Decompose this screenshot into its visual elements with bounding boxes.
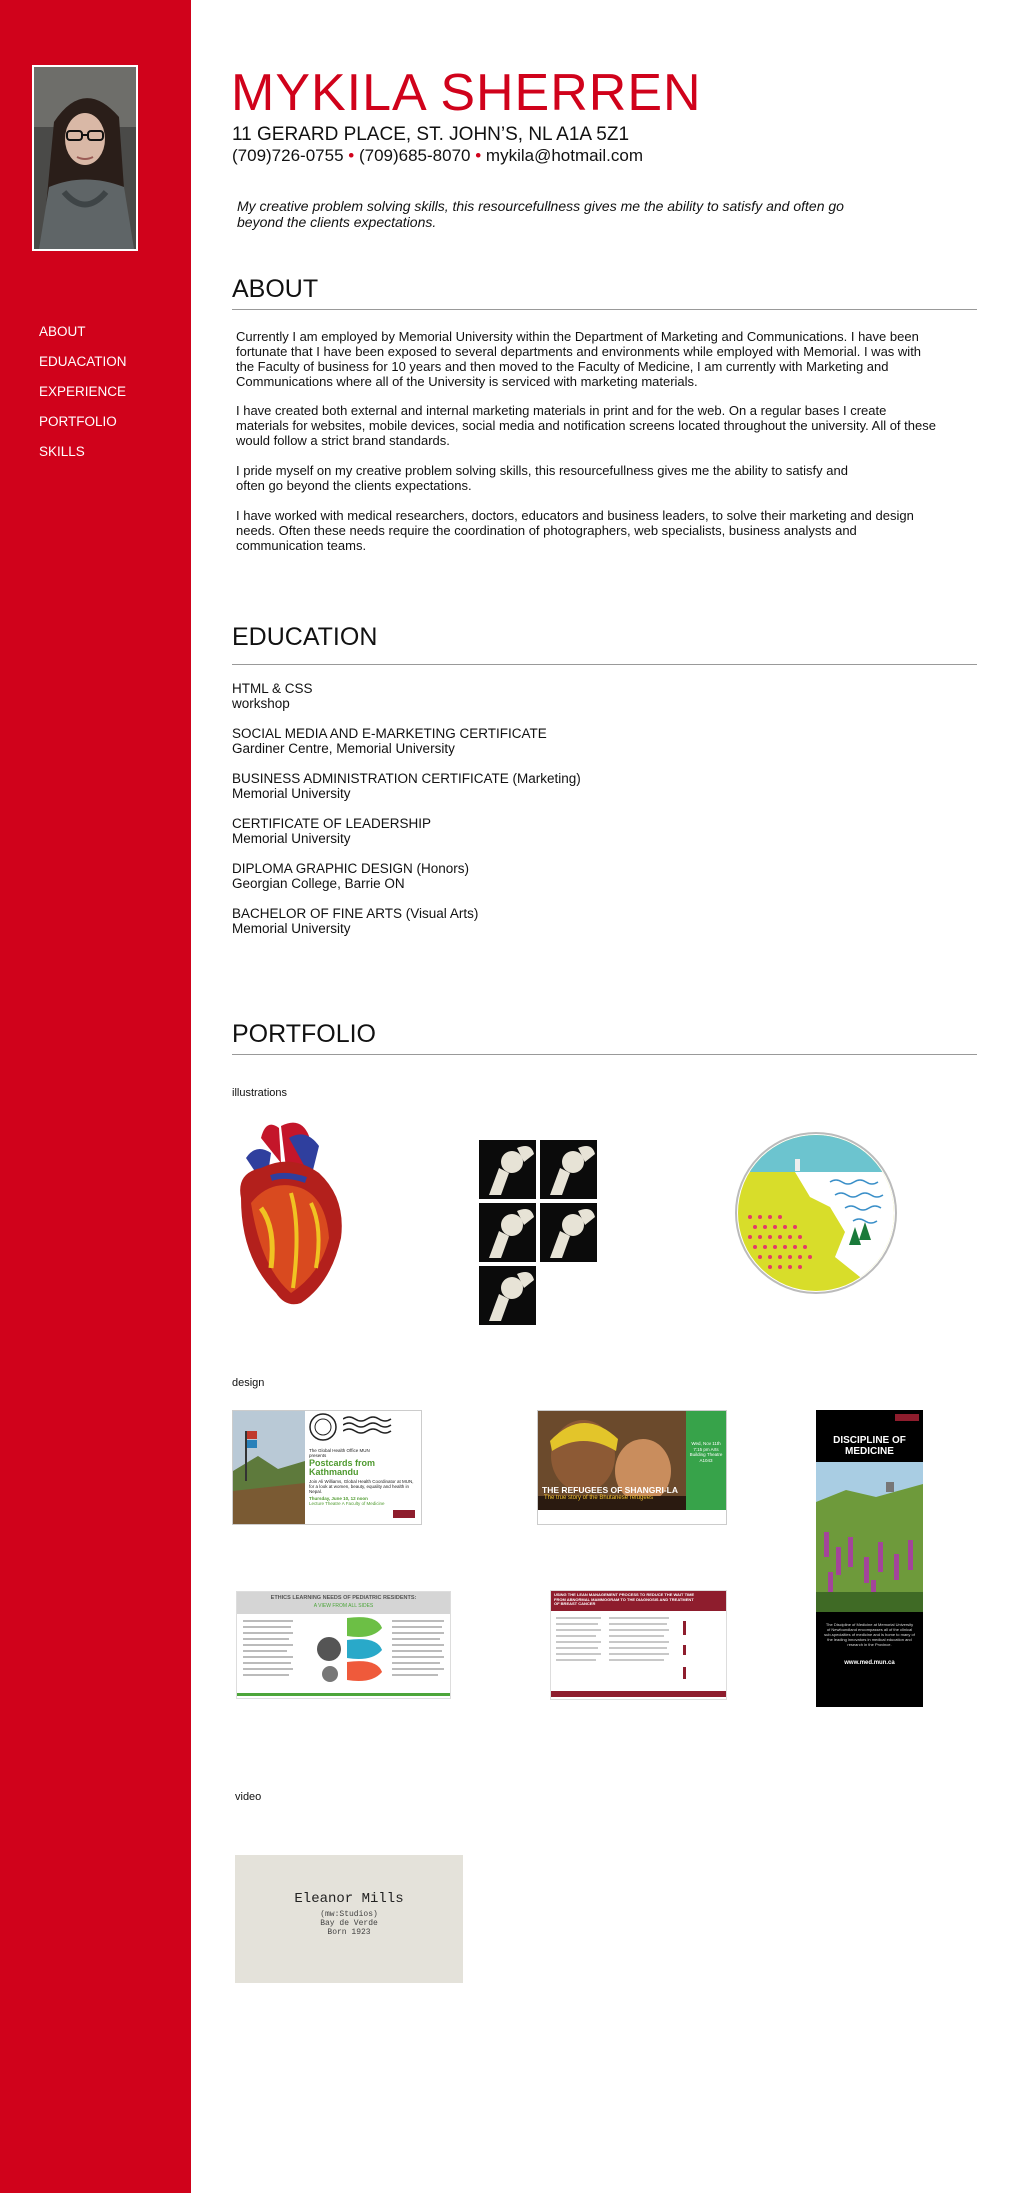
education-institution: Gardiner Centre, Memorial University (232, 741, 455, 756)
mun-logo (895, 1414, 919, 1421)
illustrations-label: illustrations (232, 1087, 288, 1099)
divider (232, 1054, 977, 1055)
education-item: BACHELOR OF FINE ARTS (Visual Arts) Memo… (232, 906, 478, 936)
sidebar-nav: ABOUT EDUACATION EXPERIENCE PORTFOLIO SK… (39, 322, 127, 472)
section-title-portfolio: PORTFOLIO (232, 1020, 377, 1048)
video-born: Born 1923 (327, 1928, 371, 1937)
video-location: Bay de Verde (320, 1919, 378, 1928)
nav-item-portfolio[interactable]: PORTFOLIO (39, 412, 127, 442)
lean-title: USING THE LEAN MANAGEMENT PROCESS TO RED… (554, 1592, 695, 1606)
education-institution: Memorial University (232, 786, 351, 801)
lean-graphic (551, 1617, 726, 1697)
about-paragraph: I have created both external and interna… (236, 403, 936, 448)
poster-place: Lecture Theatre A Faculty of Medicine (309, 1501, 385, 1506)
phone-primary: (709)726-0755 (232, 146, 344, 165)
about-paragraph: I pride myself on my creative problem so… (236, 463, 848, 493)
education-item: DIPLOMA GRAPHIC DESIGN (Honors) Georgian… (232, 861, 469, 891)
section-title-about: ABOUT (232, 275, 319, 303)
video-label: video (235, 1791, 262, 1803)
map-illustration (735, 1132, 897, 1294)
video-title: Eleanor Mills (294, 1891, 404, 1907)
refugees-photo (538, 1411, 688, 1524)
postmark-lines-icon (343, 1416, 392, 1434)
about-paragraph: I have worked with medical researchers, … (236, 508, 914, 553)
refugees-sidebar (686, 1411, 726, 1524)
education-title: BACHELOR OF FINE ARTS (Visual Arts) (232, 906, 479, 921)
heart-illustration (240, 1122, 342, 1305)
mun-logo (393, 1510, 415, 1518)
education-institution: Georgian College, Barrie ON (232, 876, 405, 891)
section-title-education: EDUCATION (232, 623, 378, 651)
nav-item-skills[interactable]: SKILLS (39, 442, 127, 472)
portfolio-item-lean[interactable]: USING THE LEAN MANAGEMENT PROCESS TO RED… (550, 1590, 727, 1700)
avatar (32, 65, 138, 251)
separator-dot: • (475, 146, 482, 165)
address: 11 GERARD PLACE, ST. JOHN’S, NL A1A 5Z1 (232, 124, 630, 145)
divider (232, 664, 977, 665)
discipline-body: The Discipline of Medicine at Memorial U… (824, 1622, 915, 1647)
refugees-title: THE REFUGEES OF SHANGRI-LA (542, 1485, 679, 1495)
page-title: MYKILA SHERREN (231, 64, 702, 122)
portfolio-item-map[interactable] (735, 1127, 897, 1299)
portfolio-item-ethics[interactable]: ETHICS LEARNING NEEDS OF PEDIATRIC RESID… (236, 1591, 451, 1699)
email-link[interactable]: mykila@hotmail.com (486, 146, 643, 165)
video-studio: (mw:Studios) (320, 1910, 378, 1919)
refugees-subtitle: The true story of the Bhutanese refugees (544, 1495, 654, 1501)
lupins-photo (816, 1462, 923, 1612)
education-title: SOCIAL MEDIA AND E-MARKETING CERTIFICATE (232, 726, 547, 741)
education-title: HTML & CSS (232, 681, 313, 696)
nav-item-education[interactable]: EDUACATION (39, 352, 127, 382)
sidebar: ABOUT EDUACATION EXPERIENCE PORTFOLIO SK… (0, 0, 191, 2193)
profile-photo (34, 67, 136, 249)
postmark-icon (309, 1413, 337, 1441)
discipline-title: DISCIPLINE OF MEDICINE (833, 1435, 906, 1457)
tagline: My creative problem solving skills, this… (237, 198, 844, 230)
portfolio-item-postcards[interactable]: The Global Health Office MUN presents Po… (232, 1410, 422, 1525)
refugees-event-info: Wed, Nov 11th 7:15 pm Arts Building Thea… (689, 1441, 723, 1463)
nav-item-about[interactable]: ABOUT (39, 322, 127, 352)
poster-title: Postcards from Kathmandu (309, 1458, 376, 1477)
discipline-url[interactable]: www.med.mun.ca (816, 1660, 923, 1666)
design-label: design (232, 1377, 265, 1389)
contact-line: (709)726-0755 • (709)685-8070 • mykila@h… (232, 146, 643, 166)
education-title: BUSINESS ADMINISTRATION CERTIFICATE (Mar… (232, 771, 581, 786)
ethics-graphic (237, 1617, 450, 1696)
portfolio-item-heart[interactable] (231, 1118, 353, 1308)
portfolio-item-refugees[interactable]: Wed, Nov 11th 7:15 pm Arts Building Thea… (537, 1410, 727, 1525)
about-paragraph: Currently I am employed by Memorial Univ… (236, 329, 922, 389)
separator-dot: • (348, 146, 355, 165)
phone-secondary: (709)685-8070 (358, 146, 471, 165)
hip-joint-illustration (479, 1140, 597, 1325)
education-item: CERTIFICATE OF LEADERSHIP Memorial Unive… (232, 816, 431, 846)
education-institution: Memorial University (232, 921, 351, 936)
landscape-photo (233, 1411, 305, 1524)
education-item: SOCIAL MEDIA AND E-MARKETING CERTIFICATE… (232, 726, 547, 756)
portfolio-item-joints[interactable] (479, 1140, 597, 1325)
education-item: BUSINESS ADMINISTRATION CERTIFICATE (Mar… (232, 771, 581, 801)
divider (232, 309, 977, 310)
education-title: CERTIFICATE OF LEADERSHIP (232, 816, 432, 831)
education-item: HTML & CSS workshop (232, 681, 313, 711)
poster-body: Join Ali Williams, Global Health Coordin… (309, 1479, 414, 1494)
ethics-title: ETHICS LEARNING NEEDS OF PEDIATRIC RESID… (270, 1595, 417, 1601)
video-thumbnail[interactable]: Eleanor Mills (mw:Studios) Bay de Verde … (235, 1855, 463, 1983)
education-title: DIPLOMA GRAPHIC DESIGN (Honors) (232, 861, 470, 876)
portfolio-item-discipline[interactable]: DISCIPLINE OF MEDICINE The Discipline of… (816, 1410, 923, 1707)
laurels-strip (538, 1510, 726, 1524)
ethics-subtitle: A VIEW FROM ALL SIDES (313, 1603, 374, 1609)
education-institution: Memorial University (232, 831, 351, 846)
nav-item-experience[interactable]: EXPERIENCE (39, 382, 127, 412)
education-institution: workshop (232, 696, 290, 711)
